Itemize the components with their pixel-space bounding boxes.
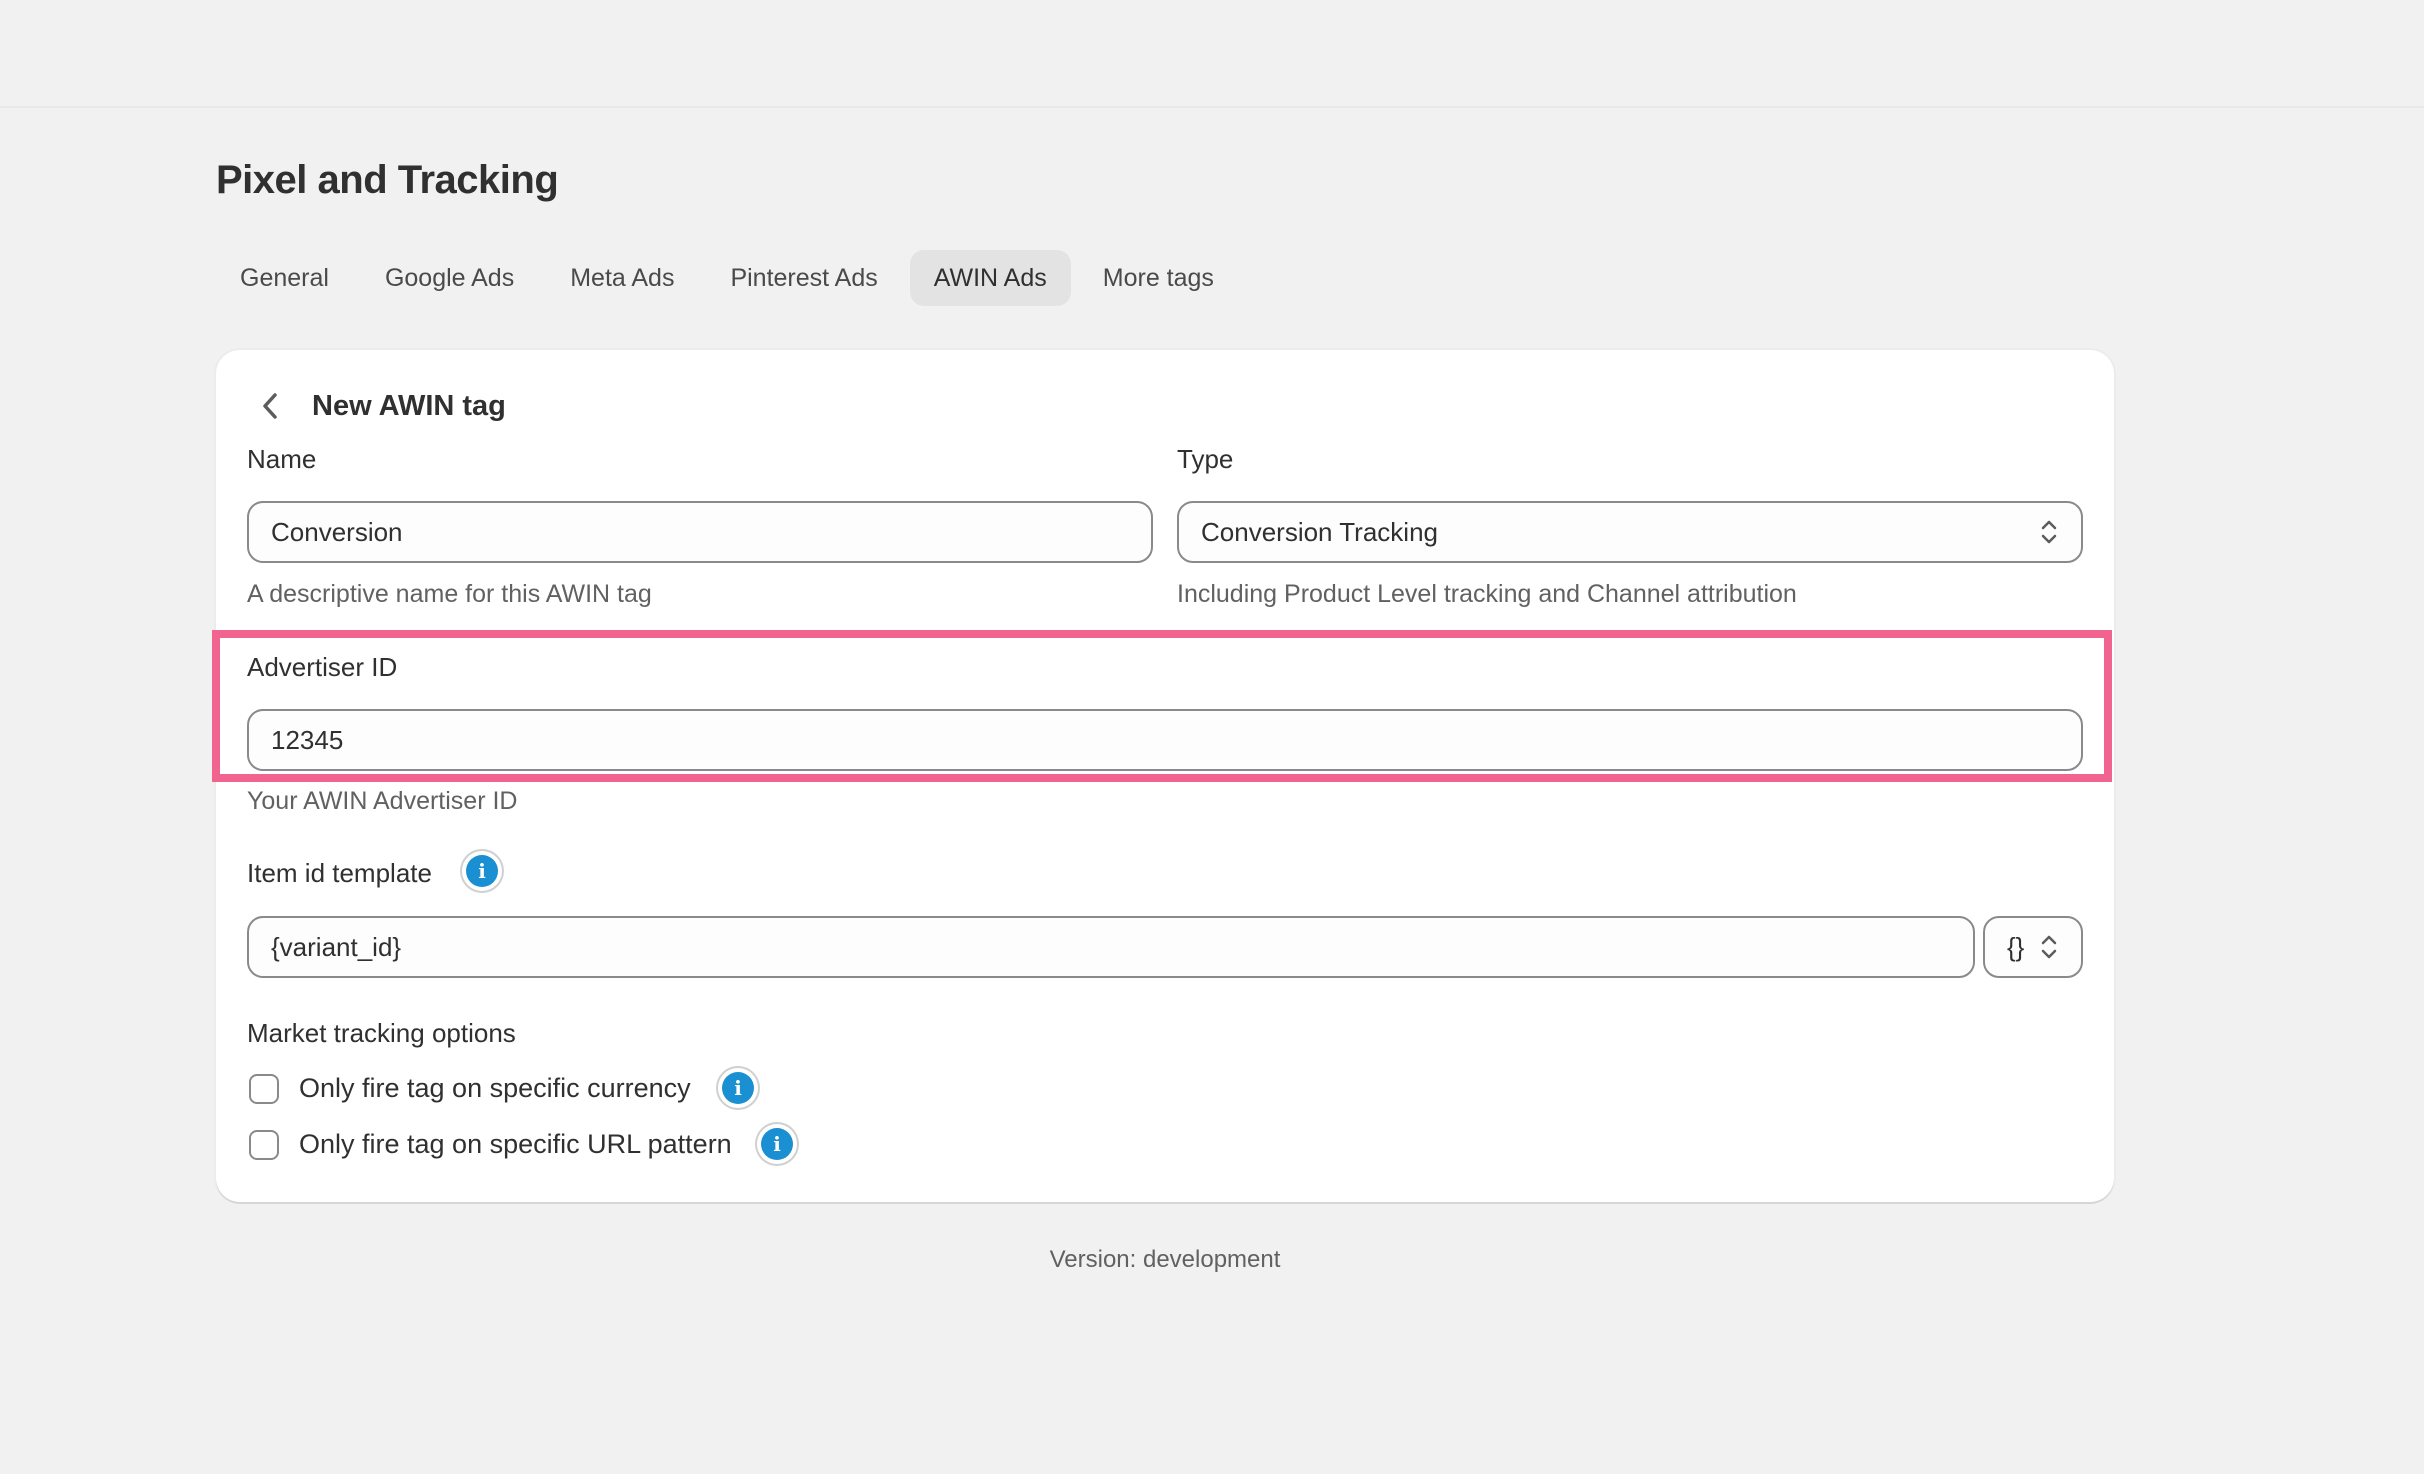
item-id-template-label: Item id template [247, 858, 432, 888]
advertiser-id-label: Advertiser ID [247, 652, 398, 682]
type-select-value: Conversion Tracking [1201, 516, 1438, 547]
currency-checkbox[interactable] [249, 1074, 279, 1104]
market-tracking-label: Market tracking options [247, 1018, 516, 1048]
tab-google-ads[interactable]: Google Ads [361, 250, 538, 306]
type-select[interactable]: Conversion Tracking [1177, 501, 2083, 563]
tab-awin-ads[interactable]: AWIN Ads [909, 250, 1071, 306]
advertiser-id-help-text: Your AWIN Advertiser ID [247, 787, 518, 815]
currency-info-icon[interactable]: i [718, 1068, 758, 1108]
variable-picker-button[interactable]: {} [1983, 916, 2083, 978]
type-help-text: Including Product Level tracking and Cha… [1177, 580, 1797, 608]
tab-more-tags[interactable]: More tags [1079, 250, 1238, 306]
tab-pinterest-ads[interactable]: Pinterest Ads [706, 250, 901, 306]
page-title: Pixel and Tracking [216, 158, 559, 202]
url-pattern-info-icon[interactable]: i [757, 1124, 797, 1164]
advertiser-id-value: 12345 [271, 724, 344, 755]
top-bar [0, 0, 2424, 108]
type-label: Type [1177, 444, 1234, 474]
name-input-value: Conversion [271, 516, 403, 547]
name-label: Name [247, 444, 317, 474]
name-input[interactable]: Conversion [247, 501, 1153, 563]
variable-picker-label: {} [2007, 931, 2025, 962]
tab-bar: General Google Ads Meta Ads Pinterest Ad… [216, 250, 1238, 306]
chevron-left-icon [263, 393, 277, 419]
name-help-text: A descriptive name for this AWIN tag [247, 580, 652, 608]
currency-checkbox-label: Only fire tag on specific currency [299, 1073, 691, 1103]
url-pattern-checkbox-label: Only fire tag on specific URL pattern [299, 1129, 732, 1159]
tab-general[interactable]: General [216, 250, 353, 306]
card-title: New AWIN tag [312, 389, 506, 422]
awin-tag-card: New AWIN tag Name Conversion A descripti… [216, 350, 2114, 1202]
tab-meta-ads[interactable]: Meta Ads [546, 250, 698, 306]
chevron-updown-icon [2041, 935, 2057, 959]
item-id-template-value: {variant_id} [271, 931, 402, 962]
version-text: Version: development [1049, 1246, 1281, 1273]
card-header: New AWIN tag [250, 386, 506, 426]
url-pattern-checkbox[interactable] [249, 1130, 279, 1160]
item-id-template-info-icon[interactable]: i [462, 851, 502, 891]
item-id-template-input[interactable]: {variant_id} [247, 916, 1975, 978]
advertiser-id-input[interactable]: 12345 [247, 709, 2083, 771]
chevron-updown-icon [2041, 520, 2057, 544]
back-button[interactable] [250, 386, 290, 426]
